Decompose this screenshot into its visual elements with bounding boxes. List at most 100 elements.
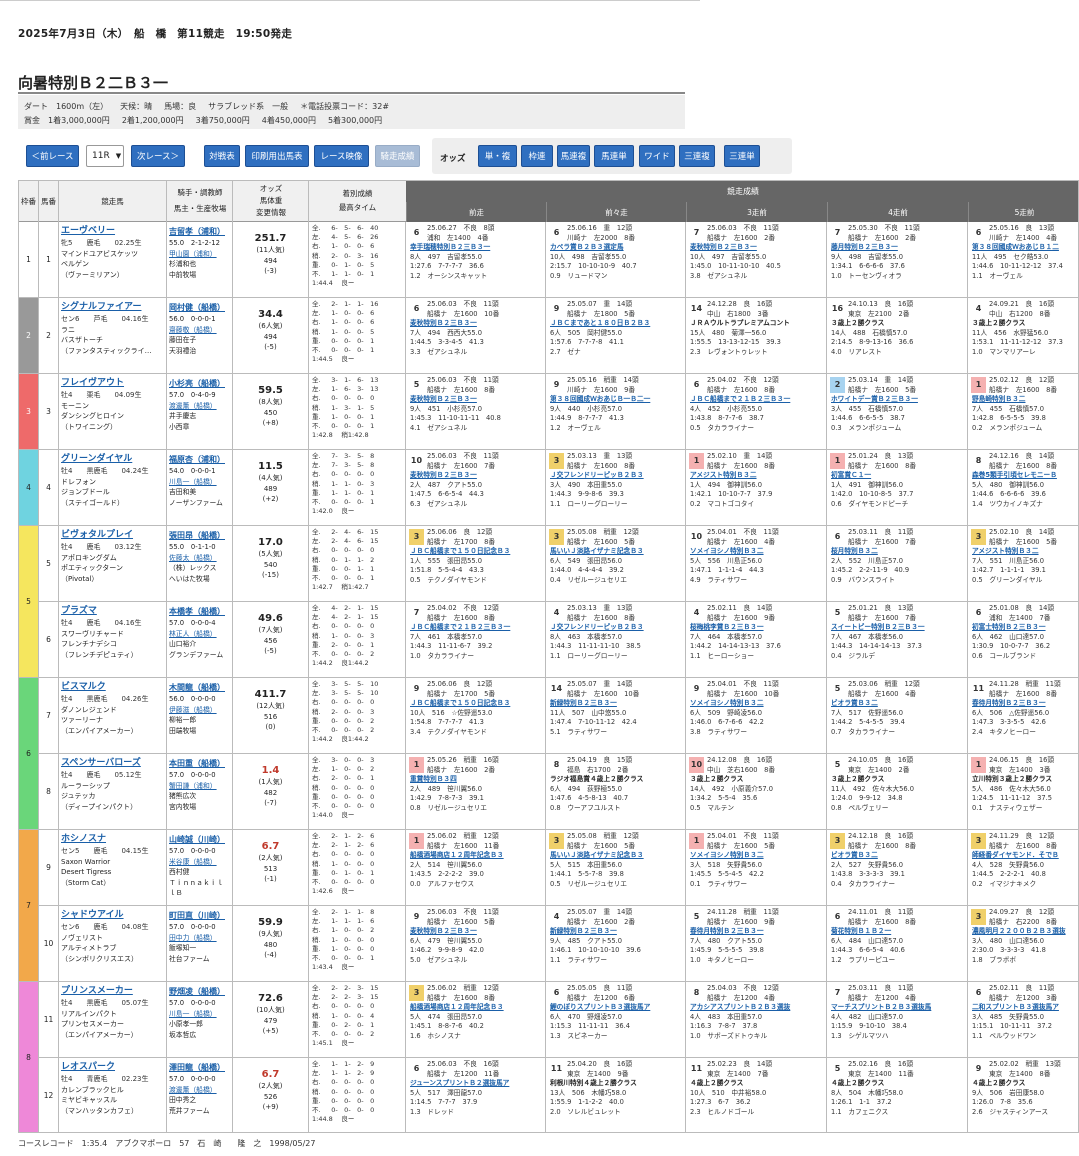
trainer-link[interactable]: 米谷康（船橋） <box>169 857 230 868</box>
horse-name-link[interactable]: エーヴベリー <box>61 225 164 238</box>
past-race-name[interactable]: 桜月特別Ｂ３二 <box>831 547 965 557</box>
wide-button[interactable]: ワイド <box>639 145 675 167</box>
past-race-name[interactable]: ビオラ賞Ｂ３二 <box>831 699 965 709</box>
trainer-link[interactable]: 川島一（船橋） <box>169 477 230 488</box>
jockey-link[interactable]: 本田重（船橋） <box>169 757 230 770</box>
past-race-name[interactable]: ソメイヨシノ特別Ｂ３二 <box>690 851 824 861</box>
trainer-link[interactable]: 蟹田謙（浦和） <box>169 781 230 792</box>
horse-name-link[interactable]: プリンスメーカー <box>61 985 164 998</box>
past-race-name[interactable]: ＪＢＣ船橋まで１５０日記念Ｂ３ <box>410 547 543 557</box>
jockey-link[interactable]: 張田昂（船橋） <box>169 529 230 542</box>
past-race-name[interactable]: カペラ賞Ｂ２Ｂ３選定馬 <box>550 243 683 253</box>
prev-race-button[interactable]: ＜前レース <box>26 145 79 167</box>
past-race-name[interactable]: 重賞特別Ｂ３四 <box>410 775 543 785</box>
horse-name-link[interactable]: シグナルファイアー <box>61 301 164 314</box>
past-race-name[interactable]: 野島崎特別Ｂ３二 <box>972 395 1077 405</box>
past-race-name[interactable]: ソメイヨシノ特別Ｂ３二 <box>690 699 824 709</box>
trainer-link[interactable]: 田中力（船橋） <box>169 933 230 944</box>
past-race-name[interactable]: 馬いいＪ淡路イザナミ記念Ｂ３ <box>550 547 683 557</box>
quinella-button[interactable]: 馬連複 <box>557 145 590 167</box>
race-select[interactable]: 11R ▼ <box>86 145 124 167</box>
trio-button[interactable]: 三連複 <box>679 145 715 167</box>
horse-pedigree: （ステイゴールド） <box>61 498 124 507</box>
horse-name-link[interactable]: シャドウアイル <box>61 909 164 922</box>
horse-name-link[interactable]: プラズマ <box>61 605 164 618</box>
past-race-name[interactable]: 麦秋特別Ｂ２三Ｂ３一 <box>410 471 543 481</box>
past-race-name[interactable]: 桜梅桃李賞Ｂ２三Ｂ３一 <box>690 623 824 633</box>
past-race-name[interactable]: 鯉のぼりスプリントＢ３選抜馬ア <box>550 1003 683 1013</box>
past-race-name[interactable]: ＪＢＣ船橋まで２１Ｂ２三Ｂ３一 <box>690 395 824 405</box>
past-race-name[interactable]: ソメイヨシノ特別Ｂ３二 <box>690 547 824 557</box>
horse-name-link[interactable]: ビスマルク <box>61 681 164 694</box>
past-race-name[interactable]: マーチスプリントＢ２Ｂ３選抜馬 <box>831 1003 965 1013</box>
past-race-name[interactable]: 濃風明月２２００Ｂ２Ｂ３選抜 <box>972 927 1077 937</box>
trainer-link[interactable]: 林正人（船橋） <box>169 629 230 640</box>
trainer-link[interactable]: 川島一（船橋） <box>169 1009 230 1020</box>
past-race-name[interactable]: アメジスト特別Ｂ３二 <box>972 547 1077 557</box>
past-race-name[interactable]: アカシアスプリントＢ２Ｂ３選抜 <box>690 1003 824 1013</box>
past-race-name[interactable]: 春待月特別Ｂ２三Ｂ３一 <box>690 927 824 937</box>
past-race-name[interactable]: Ｊ交フレンドリーピッＢ２Ｂ３ <box>550 471 683 481</box>
past-race-name[interactable]: 森巻5類手引頃セレモニーＢ <box>972 471 1077 481</box>
past-race-name[interactable]: 第３８回國成ＷおあじＢ１二 <box>972 243 1077 253</box>
past-race-name[interactable]: 幸手瑞穂特別Ｂ２三Ｂ３一 <box>410 243 543 253</box>
past-race-name[interactable]: 初富賞Ｃ１一 <box>831 471 965 481</box>
past-race-name[interactable]: 麦秋特別Ｂ２三Ｂ３一 <box>690 243 824 253</box>
past-race-name[interactable]: アメジスト特別Ｂ３二 <box>690 471 824 481</box>
past-race-name[interactable]: ホワイトデー賞Ｂ２三Ｂ３一 <box>831 395 965 405</box>
trainer-link[interactable]: 渡邊薫（船橋） <box>169 1085 230 1096</box>
past-race-name[interactable]: ＪＢＣまであと１８０日Ｂ２Ｂ３ <box>550 319 683 329</box>
jockey-link[interactable]: 本橋孝（船橋） <box>169 605 230 618</box>
past-race-name[interactable]: 麦秋特別Ｂ２三Ｂ３一 <box>410 927 543 937</box>
past-race-name[interactable]: 二和スプリントＢ３選抜馬ア <box>972 1003 1077 1013</box>
jockey-link[interactable]: 山崎誠（川崎） <box>169 833 230 846</box>
jockey-link[interactable]: 岡村健（船橋） <box>169 301 230 314</box>
jockey-link[interactable]: 吉留孝（浦和） <box>169 225 230 238</box>
horse-name-link[interactable]: ホシノスナ <box>61 833 164 846</box>
print-entries-button[interactable]: 印刷用出馬表 <box>245 145 309 167</box>
horse-name-link[interactable]: ビヴォタルプレイ <box>61 529 164 542</box>
matchup-button[interactable]: 対戦表 <box>204 145 240 167</box>
next-race-button[interactable]: 次レース＞ <box>131 145 185 167</box>
trainer-link[interactable]: 佐藤太（船橋） <box>169 553 230 564</box>
horse-name-link[interactable]: フレイヴアウト <box>61 377 164 390</box>
bracket-button[interactable]: 枠連 <box>521 145 553 167</box>
past-race-name[interactable]: 師経番ダイヤモンド．そでＢ <box>972 851 1077 861</box>
past-race-name[interactable]: Ｊ交フレンドリーピッＢ２Ｂ３ <box>550 623 683 633</box>
horse-name-link[interactable]: スペンサーバローズ <box>61 757 164 770</box>
past-race-name[interactable]: 船橋酒場商店１２周年記念Ｂ３ <box>410 851 543 861</box>
race-results-button[interactable]: 騎走成績 <box>375 145 420 167</box>
jockey-link[interactable]: 小杉亮（船橋） <box>169 377 230 390</box>
jockey-link[interactable]: 野畑凌（船橋） <box>169 985 230 998</box>
race-video-button[interactable]: レース映像 <box>314 145 369 167</box>
horse-name-link[interactable]: レオスパーク <box>61 1061 164 1074</box>
past-race-name[interactable]: ＪＢＣ船橋まで１５０日記念Ｂ３ <box>410 699 543 709</box>
trainer-link[interactable]: 渡邊薫（船橋） <box>169 401 230 412</box>
jockey-link[interactable]: 福原杏（浦和） <box>169 453 230 466</box>
past-race-name[interactable]: 春待月特別Ｂ２三Ｂ３一 <box>972 699 1077 709</box>
past-race-name[interactable]: 新緑特別Ｂ２三Ｂ３一 <box>550 699 683 709</box>
trainer-link[interactable]: 齋藤敬（船橋） <box>169 325 230 336</box>
past-race-name[interactable]: ジューンスプリントＢ２選抜馬ア <box>410 1079 543 1089</box>
jockey-link[interactable]: 町田直（川崎） <box>169 909 230 922</box>
past-race-name[interactable]: 菊花特別Ｂ１Ｂ２一 <box>831 927 965 937</box>
past-race-name[interactable]: スイートピー特別Ｂ２三Ｂ３一 <box>831 623 965 633</box>
exacta-button[interactable]: 馬連単 <box>594 145 634 167</box>
past-race-name[interactable]: 船橋酒場商店１２周年記念Ｂ３ <box>410 1003 543 1013</box>
trainer-link[interactable]: 甲山園（浦和） <box>169 249 230 260</box>
trifecta-button[interactable]: 三連単 <box>724 145 760 167</box>
trainer-link[interactable]: 伊藤滋（船橋） <box>169 705 230 716</box>
jockey-link[interactable]: 木間龍（船橋） <box>169 681 230 694</box>
horse-name-link[interactable]: グリーンダイヤル <box>61 453 164 466</box>
past-race-name[interactable]: ＪＢＣ船橋まで２１Ｂ２三Ｂ３一 <box>410 623 543 633</box>
past-race-name[interactable]: 藤月特別Ｂ２三Ｂ３一 <box>831 243 965 253</box>
win-place-button[interactable]: 単・複 <box>478 145 517 167</box>
past-race-name[interactable]: 馬いいＪ淡路イザナミ記念Ｂ３ <box>550 851 683 861</box>
past-race-name[interactable]: 麦秋特別Ｂ２三Ｂ３一 <box>410 319 543 329</box>
past-race-name[interactable]: 第３８回國成ＷおあじＢ一Ｂ二一 <box>550 395 683 405</box>
past-race-name[interactable]: ビオラ賞Ｂ３二 <box>831 851 965 861</box>
past-race-name[interactable]: 新緑特別Ｂ２三Ｂ３一 <box>550 927 683 937</box>
past-race-name[interactable]: 初富士特別Ｂ２三Ｂ３一 <box>972 623 1077 633</box>
past-race-name[interactable]: 麦秋特別Ｂ２三Ｂ３一 <box>410 395 543 405</box>
jockey-link[interactable]: 澤田龍（船橋） <box>169 1061 230 1074</box>
